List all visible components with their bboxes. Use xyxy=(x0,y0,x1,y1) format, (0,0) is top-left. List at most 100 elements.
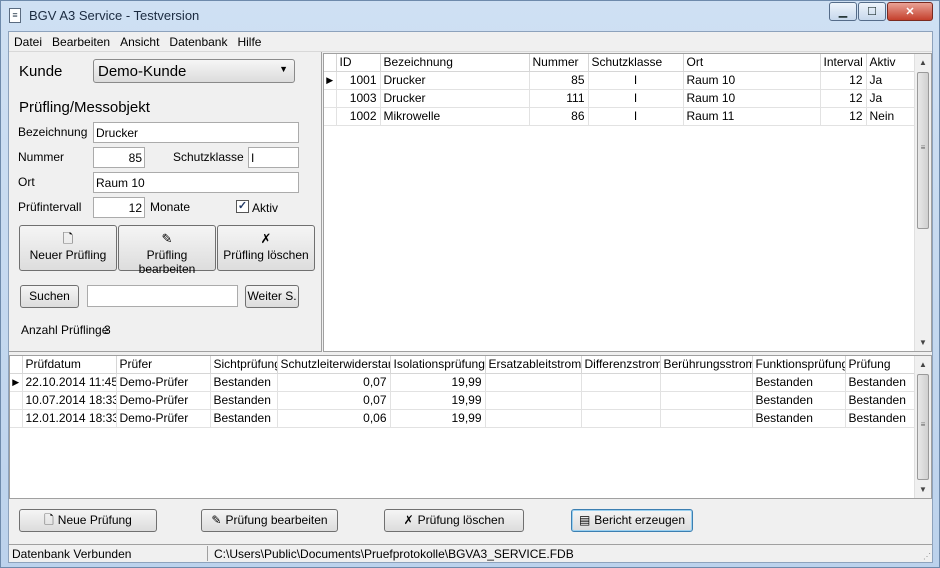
neue-pruefung-button[interactable]: 🗋 Neue Prüfung xyxy=(19,509,157,532)
table-row[interactable]: 12.01.2014 18:33 Demo-Prüfer Bestanden 0… xyxy=(10,409,917,428)
cell-schutzleiter[interactable]: 0,06 xyxy=(277,409,391,428)
cell-pruefung[interactable]: Bestanden xyxy=(845,391,917,410)
cell-isolation[interactable]: 19,99 xyxy=(390,373,486,392)
column-header[interactable]: Prüfung xyxy=(845,356,917,374)
column-header[interactable]: Schutzklasse xyxy=(588,54,684,72)
cell-nummer[interactable]: 85 xyxy=(529,71,589,90)
cell-nummer[interactable]: 111 xyxy=(529,89,589,108)
cell-pruefer[interactable]: Demo-Prüfer xyxy=(116,391,211,410)
column-header[interactable]: Interval xyxy=(820,54,867,72)
bezeichnung-field[interactable]: Drucker xyxy=(93,122,299,143)
cell-id[interactable]: 1002 xyxy=(336,107,381,126)
menu-hilfe[interactable]: Hilfe xyxy=(232,35,266,49)
column-header[interactable]: Isolationsprüfung xyxy=(390,356,486,374)
cell-isolation[interactable]: 19,99 xyxy=(390,409,486,428)
scroll-up-icon[interactable]: ▲ xyxy=(915,54,931,71)
table-row[interactable]: 1002 Mikrowelle 86 I Raum 11 12 Nein xyxy=(324,107,917,126)
cell-aktiv[interactable]: Ja xyxy=(866,71,917,90)
cell-id[interactable]: 1003 xyxy=(336,89,381,108)
maximize-button[interactable]: ☐ xyxy=(858,2,886,21)
cell-bezeichnung[interactable]: Drucker xyxy=(380,71,530,90)
cell-ort[interactable]: Raum 10 xyxy=(683,89,821,108)
cell-sichtpruefung[interactable]: Bestanden xyxy=(210,409,278,428)
cell-pruefer[interactable]: Demo-Prüfer xyxy=(116,373,211,392)
cell-differenzstrom[interactable] xyxy=(581,373,661,392)
aktiv-checkbox[interactable]: ✓ xyxy=(236,200,249,213)
cell-beruehrungsstrom[interactable] xyxy=(660,409,753,428)
pruefung-bearbeiten-button[interactable]: ✎ Prüfung bearbeiten xyxy=(201,509,338,532)
cell-ersatzableitstrom[interactable] xyxy=(485,373,582,392)
intervall-field[interactable]: 12 xyxy=(93,197,145,218)
cell-funktionspruefung[interactable]: Bestanden xyxy=(752,409,846,428)
cell-sichtpruefung[interactable]: Bestanden xyxy=(210,373,278,392)
column-header[interactable]: Berührungsstrom xyxy=(660,356,753,374)
devices-scrollbar[interactable]: ▲ ≡ ▼ xyxy=(914,54,931,351)
table-row[interactable]: ▶ 1001 Drucker 85 I Raum 10 12 Ja xyxy=(324,71,917,90)
cell-funktionspruefung[interactable]: Bestanden xyxy=(752,373,846,392)
column-header[interactable]: Ort xyxy=(683,54,821,72)
search-input[interactable] xyxy=(87,285,238,307)
cell-interval[interactable]: 12 xyxy=(820,71,867,90)
scroll-thumb[interactable]: ≡ xyxy=(917,72,929,229)
neuer-pruefling-button[interactable]: 🗋 Neuer Prüfling xyxy=(19,225,117,271)
menu-datei[interactable]: Datei xyxy=(9,35,47,49)
menu-datenbank[interactable]: Datenbank xyxy=(164,35,232,49)
pruefung-loeschen-button[interactable]: ✗ Prüfung löschen xyxy=(384,509,524,532)
column-header[interactable]: Aktiv xyxy=(866,54,917,72)
cell-aktiv[interactable]: Ja xyxy=(866,89,917,108)
cell-pruefdatum[interactable]: 22.10.2014 11:45 xyxy=(22,373,117,392)
table-row[interactable]: ▶ 22.10.2014 11:45 Demo-Prüfer Bestanden… xyxy=(10,373,917,392)
cell-pruefdatum[interactable]: 12.01.2014 18:33 xyxy=(22,409,117,428)
cell-schutzklasse[interactable]: I xyxy=(588,71,684,90)
cell-ersatzableitstrom[interactable] xyxy=(485,391,582,410)
cell-schutzklasse[interactable]: I xyxy=(588,107,684,126)
title-bar[interactable]: ≡ BGV A3 Service - Testversion ▁ ☐ ✕ xyxy=(1,1,939,31)
column-header[interactable]: Ersatzableitstrom xyxy=(485,356,582,374)
cell-aktiv[interactable]: Nein xyxy=(866,107,917,126)
column-header[interactable]: Bezeichnung xyxy=(380,54,530,72)
column-header[interactable]: Nummer xyxy=(529,54,589,72)
cell-sichtpruefung[interactable]: Bestanden xyxy=(210,391,278,410)
devices-grid[interactable]: ID Bezeichnung Nummer Schutzklasse Ort I… xyxy=(323,53,932,352)
column-header[interactable]: Prüfer xyxy=(116,356,211,374)
cell-pruefer[interactable]: Demo-Prüfer xyxy=(116,409,211,428)
cell-bezeichnung[interactable]: Mikrowelle xyxy=(380,107,530,126)
cell-pruefdatum[interactable]: 10.07.2014 18:33 xyxy=(22,391,117,410)
resize-grip-icon[interactable]: ⋰ xyxy=(923,552,931,561)
scroll-down-icon[interactable]: ▼ xyxy=(915,481,931,498)
scroll-up-icon[interactable]: ▲ xyxy=(915,356,931,373)
cell-interval[interactable]: 12 xyxy=(820,89,867,108)
cell-schutzleiter[interactable]: 0,07 xyxy=(277,391,391,410)
cell-funktionspruefung[interactable]: Bestanden xyxy=(752,391,846,410)
menu-ansicht[interactable]: Ansicht xyxy=(115,35,164,49)
cell-schutzleiter[interactable]: 0,07 xyxy=(277,373,391,392)
bericht-erzeugen-button[interactable]: ▤ Bericht erzeugen xyxy=(571,509,693,532)
cell-isolation[interactable]: 19,99 xyxy=(390,391,486,410)
menu-bearbeiten[interactable]: Bearbeiten xyxy=(47,35,115,49)
cell-beruehrungsstrom[interactable] xyxy=(660,373,753,392)
column-header[interactable]: Schutzleiterwiderstand xyxy=(277,356,391,374)
schutzklasse-field[interactable]: I xyxy=(248,147,299,168)
table-row[interactable]: 1003 Drucker 111 I Raum 10 12 Ja xyxy=(324,89,917,108)
column-header[interactable]: Sichtprüfung xyxy=(210,356,278,374)
column-header[interactable]: Funktionsprüfung xyxy=(752,356,846,374)
cell-nummer[interactable]: 86 xyxy=(529,107,589,126)
tests-grid[interactable]: Prüfdatum Prüfer Sichtprüfung Schutzleit… xyxy=(9,355,932,499)
nummer-field[interactable]: 85 xyxy=(93,147,145,168)
ort-field[interactable]: Raum 10 xyxy=(93,172,299,193)
minimize-button[interactable]: ▁ xyxy=(829,2,857,21)
pruefling-loeschen-button[interactable]: ✗ Prüfling löschen xyxy=(217,225,315,271)
column-header[interactable]: Prüfdatum xyxy=(22,356,117,374)
cell-differenzstrom[interactable] xyxy=(581,391,661,410)
close-button[interactable]: ✕ xyxy=(887,2,933,21)
cell-id[interactable]: 1001 xyxy=(336,71,381,90)
scroll-thumb[interactable]: ≡ xyxy=(917,374,929,480)
column-header[interactable]: ID xyxy=(336,54,381,72)
weiter-suchen-button[interactable]: Weiter S. xyxy=(245,285,299,308)
cell-bezeichnung[interactable]: Drucker xyxy=(380,89,530,108)
cell-ort[interactable]: Raum 10 xyxy=(683,71,821,90)
suchen-button[interactable]: Suchen xyxy=(20,285,79,308)
pruefling-bearbeiten-button[interactable]: ✎ Prüfling bearbeiten xyxy=(118,225,216,276)
cell-ort[interactable]: Raum 11 xyxy=(683,107,821,126)
cell-pruefung[interactable]: Bestanden xyxy=(845,373,917,392)
